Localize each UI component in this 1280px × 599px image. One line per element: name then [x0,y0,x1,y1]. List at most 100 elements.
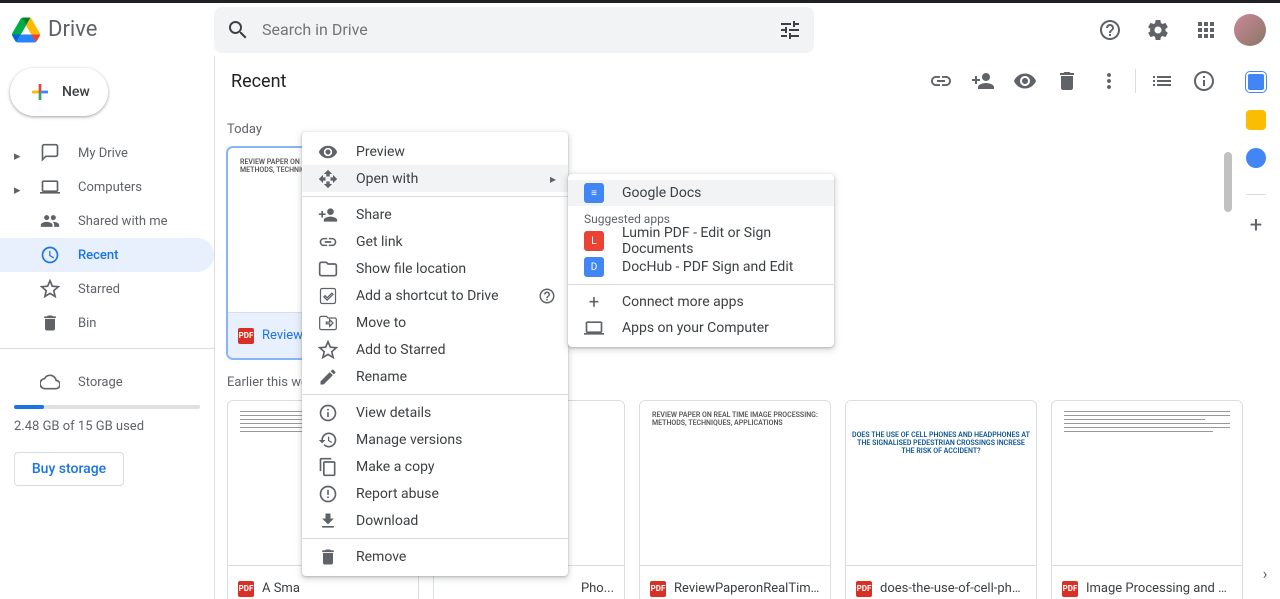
ctx-manage-versions[interactable]: Manage versions [302,426,568,453]
ctx-make-copy[interactable]: Make a copy [302,453,568,480]
more-vert-icon [1097,69,1121,93]
storage-bar [14,405,200,409]
tasks-app-icon[interactable] [1246,148,1266,168]
preview-button[interactable] [1005,61,1045,101]
help-icon [538,287,556,305]
sidebar-item-shared[interactable]: ▸Shared with me [0,204,214,238]
pdf-icon: PDF [856,581,872,597]
history-icon [318,430,338,450]
sidebar-item-storage[interactable]: ▸Storage [0,365,214,399]
sidebar-item-recent[interactable]: ▸Recent [0,238,214,272]
share-button[interactable] [963,61,1003,101]
pdf-icon: PDF [1062,581,1078,597]
trash-icon [1055,69,1079,93]
drive-logo-icon [12,16,40,44]
side-panel: + [1232,56,1280,238]
support-button[interactable] [1090,10,1130,50]
sidebar-item-my-drive[interactable]: ▸My Drive [0,136,214,170]
pdf-icon: PDF [238,328,254,344]
ctx-show-location[interactable]: Show file location [302,255,568,282]
delete-button[interactable] [1047,61,1087,101]
copy-icon [318,457,338,477]
ctx-remove[interactable]: Remove [302,543,568,570]
scrollbar[interactable] [1224,152,1232,212]
person-add-icon [318,205,338,225]
lumin-icon: L [584,231,604,251]
eye-icon [318,142,338,162]
more-button[interactable] [1089,61,1129,101]
open-with-icon [318,169,338,189]
ctx-view-details[interactable]: View details [302,399,568,426]
keep-app-icon[interactable] [1246,110,1266,130]
file-thumbnail[interactable]: REVIEW PAPER ON REAL TIME IMAGE PROCESSI… [639,400,831,599]
download-icon [318,511,338,531]
buy-storage-button[interactable]: Buy storage [14,452,124,486]
pdf-icon: PDF [238,581,254,597]
get-link-button[interactable] [921,61,961,101]
info-icon [318,403,338,423]
ctx-get-link[interactable]: Get link [302,228,568,255]
trash-icon [40,313,60,333]
details-button[interactable] [1184,61,1224,101]
sidebar-item-starred[interactable]: ▸Starred [0,272,214,306]
ctx-add-star[interactable]: Add to Starred [302,336,568,363]
ctx-report-abuse[interactable]: Report abuse [302,480,568,507]
open-with-submenu: ≡Google Docs Suggested apps LLumin PDF -… [568,174,834,347]
recent-icon [40,245,60,265]
header: Drive [0,3,1280,56]
pdf-icon: PDF [650,581,666,597]
trash-icon [318,547,338,567]
sidebar-item-computers[interactable]: ▸Computers [0,170,214,204]
list-view-icon [1150,69,1174,93]
search-input[interactable] [262,20,766,39]
gear-icon [1146,18,1170,42]
ctx-add-shortcut[interactable]: Add a shortcut to Drive [302,282,568,309]
ctx-preview[interactable]: Preview [302,138,568,165]
new-button[interactable]: New [10,68,108,116]
ctx-download[interactable]: Download [302,507,568,534]
sidebar-item-bin[interactable]: ▸Bin [0,306,214,340]
settings-button[interactable] [1138,10,1178,50]
sub-connect-more[interactable]: +Connect more apps [568,289,834,315]
header-right [1090,10,1272,50]
sub-apps-computer[interactable]: Apps on your Computer [568,315,834,341]
ctx-open-with[interactable]: Open with▸ [302,165,568,192]
expand-side-panel[interactable]: › [1253,561,1277,585]
shortcut-icon [318,286,338,306]
search-icon [226,18,250,42]
link-icon [318,232,338,252]
search-options-icon[interactable] [778,18,802,42]
file-thumbnail[interactable]: DOES THE USE OF CELL PHONES AND HEADPHON… [845,400,1037,599]
file-thumbnail[interactable]: PDFImage Processing and Pa... [1051,400,1243,599]
page-title: Recent [231,71,286,92]
star-icon [40,279,60,299]
avatar[interactable] [1234,14,1266,46]
add-addon-button[interactable]: + [1250,213,1262,238]
view-toggle-button[interactable] [1142,61,1182,101]
my-drive-icon [40,143,60,163]
info-icon [1192,69,1216,93]
link-icon [929,69,953,93]
toolbar [921,56,1224,106]
sub-google-docs[interactable]: ≡Google Docs [568,180,834,206]
calendar-app-icon[interactable] [1246,72,1266,92]
logo[interactable]: Drive [12,16,202,44]
sidebar: New ▸My Drive ▸Computers ▸Shared with me… [0,56,214,599]
edit-icon [318,367,338,387]
ctx-rename[interactable]: Rename [302,363,568,390]
search-bar[interactable] [214,7,814,53]
ctx-share[interactable]: Share [302,201,568,228]
cloud-icon [40,372,60,392]
laptop-icon [584,318,604,338]
ctx-move-to[interactable]: Move to [302,309,568,336]
report-icon [318,484,338,504]
docs-icon: ≡ [584,183,604,203]
context-menu: Preview Open with▸ Share Get link Show f… [302,132,568,576]
apps-button[interactable] [1186,10,1226,50]
help-icon [1098,18,1122,42]
sub-dochub[interactable]: DDocHub - PDF Sign and Edit [568,254,834,280]
move-icon [318,313,338,333]
star-icon [318,340,338,360]
sub-lumin[interactable]: LLumin PDF - Edit or Sign Documents [568,228,834,254]
computers-icon [40,177,60,197]
